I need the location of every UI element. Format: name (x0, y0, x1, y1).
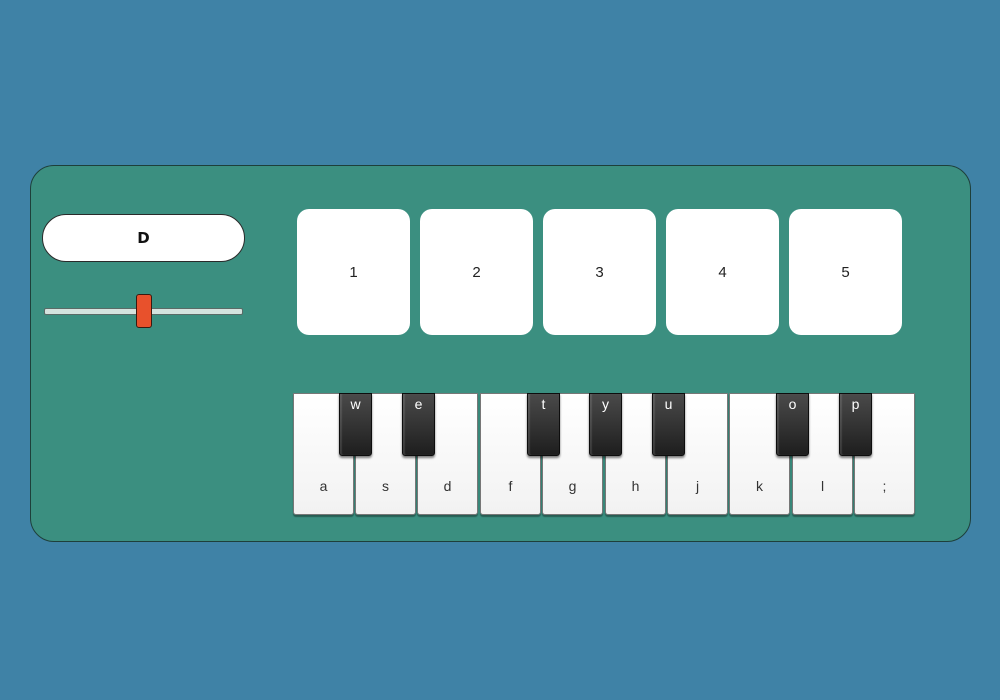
key-label: f (508, 478, 513, 494)
key-label: u (664, 396, 673, 412)
piano-keyboard: a s d f g h j k l ; w e t y u o p (293, 393, 917, 515)
pad-5[interactable]: 5 (789, 209, 902, 335)
pad-1[interactable]: 1 (297, 209, 410, 335)
key-label: e (414, 396, 423, 412)
key-label: j (695, 478, 700, 494)
black-key-u[interactable]: u (652, 393, 685, 456)
black-key-e[interactable]: e (402, 393, 435, 456)
key-label: h (631, 478, 640, 494)
slider-thumb[interactable] (135, 294, 152, 328)
pad-2[interactable]: 2 (420, 209, 533, 335)
key-label: y (602, 396, 609, 412)
pad-4[interactable]: 4 (666, 209, 779, 335)
black-key-p[interactable]: p (839, 393, 872, 456)
key-label: ; (882, 478, 887, 494)
synth-panel: D 1 2 3 4 5 a s d f g h j k l ; w e t y … (30, 165, 971, 542)
volume-slider[interactable] (44, 294, 243, 328)
key-label: l (820, 478, 825, 494)
black-key-y[interactable]: y (589, 393, 622, 456)
note-display: D (42, 214, 245, 262)
key-label: p (851, 396, 860, 412)
black-key-w[interactable]: w (339, 393, 372, 456)
pad-3[interactable]: 3 (543, 209, 656, 335)
key-label: o (788, 396, 797, 412)
key-label: w (350, 396, 361, 412)
key-label: k (756, 478, 763, 494)
key-label: t (541, 396, 546, 412)
black-key-o[interactable]: o (776, 393, 809, 456)
black-key-t[interactable]: t (527, 393, 560, 456)
key-label: g (568, 478, 577, 494)
drum-pads: 1 2 3 4 5 (297, 209, 902, 335)
key-label: d (443, 478, 452, 494)
key-label: a (319, 478, 328, 494)
key-label: s (382, 478, 389, 494)
